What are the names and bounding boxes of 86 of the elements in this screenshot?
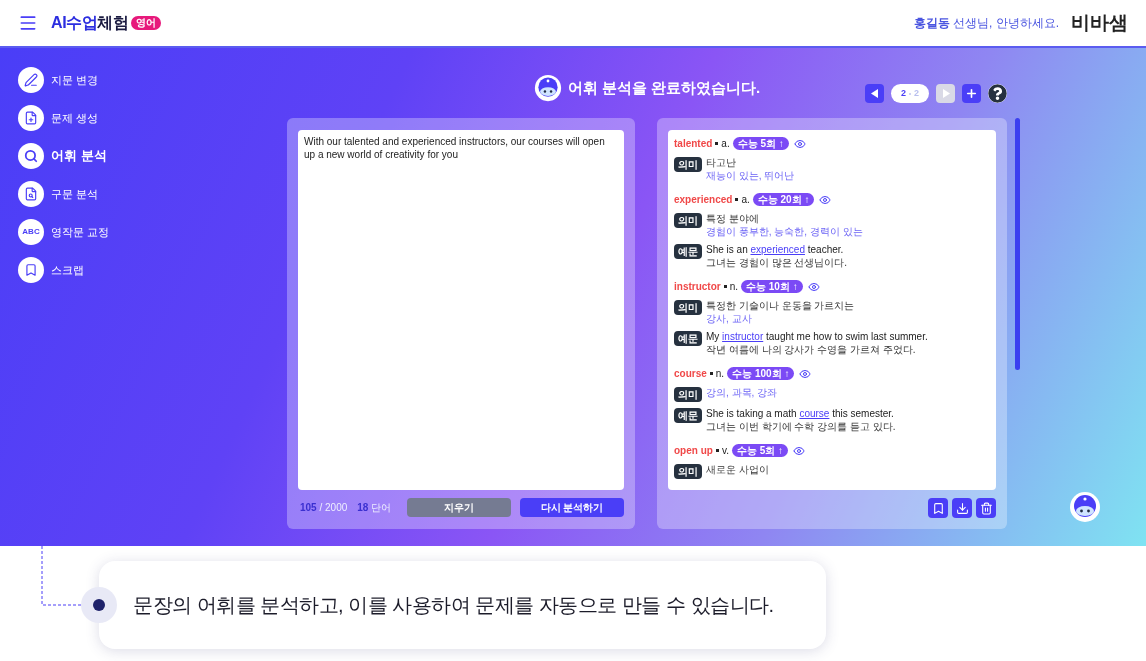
tag-label: 의미 [674, 157, 702, 172]
chatbot-button[interactable] [1069, 491, 1101, 523]
tag-label: 의미 [674, 213, 702, 228]
robot-icon [533, 74, 562, 102]
char-count: 105 / 2000 [300, 501, 348, 515]
frequency-badge: 수능 100회 ↑ [727, 367, 795, 380]
eye-icon[interactable] [793, 444, 806, 457]
tag-label: 의미 [674, 387, 702, 402]
download-icon [955, 501, 969, 515]
meaning-context: 특정 분야에 [706, 212, 760, 225]
bookmark-button[interactable] [928, 498, 948, 518]
sidebar-item[interactable]: 구문 분석 [18, 181, 287, 207]
tag-label: 의미 [674, 464, 702, 479]
frequency-badge: 수능 5회 ↑ [732, 137, 789, 150]
eye-icon[interactable] [793, 137, 806, 150]
page-indicator: 2 2 [891, 84, 929, 103]
robot-icon [1069, 491, 1101, 523]
status-title: 어휘 분석을 완료하였습니다. [567, 77, 761, 98]
frequency-badge: 수능 5회 ↑ [731, 444, 789, 457]
help-icon[interactable] [988, 84, 1007, 103]
example-link[interactable]: instructor [722, 331, 764, 342]
tag-label: 예문 [674, 244, 702, 259]
example-translation: 그녀는 경험이 많은 선생님이다. [706, 256, 848, 269]
meaning-context: 타고난 [706, 156, 737, 169]
example-translation: 작년 여름에 나의 강사가 수영을 가르쳐 주었다. [706, 343, 917, 356]
callout-text: 문장의 어휘를 분석하고, 이를 사용하여 문제를 자동으로 만들 수 있습니다. [133, 593, 774, 618]
bookmark-icon [931, 501, 945, 515]
left-triangle-icon [870, 89, 879, 98]
example-link[interactable]: course [799, 408, 830, 419]
vocabulary-word: instructor [674, 280, 721, 294]
menu-icon[interactable] [18, 13, 38, 33]
add-button[interactable] [962, 84, 981, 103]
plus-icon [965, 87, 978, 100]
search-icon [24, 149, 38, 163]
subject-badge: 영어 [130, 16, 161, 30]
clear-button[interactable]: 지우기 [407, 498, 511, 517]
reanalyze-button[interactable]: 다시 분석하기 [520, 498, 624, 517]
meaning-context: 특정한 기술이나 운동을 가르치는 [706, 299, 855, 312]
example-link[interactable]: experienced [750, 244, 805, 255]
abc-icon: ABC [22, 228, 40, 236]
prev-button[interactable] [865, 84, 884, 103]
part-of-speech: v. [721, 444, 729, 458]
eye-icon[interactable] [819, 193, 832, 206]
vocabulary-word: talented [674, 137, 713, 151]
eye-icon[interactable] [807, 280, 820, 293]
sidebar-item[interactable]: 문제 생성 [18, 105, 287, 131]
meaning-text: 강의, 과목, 강좌 [706, 386, 778, 399]
tag-label: 의미 [674, 300, 702, 315]
pen-icon [24, 73, 38, 87]
word-count: 18 단어 [357, 501, 392, 515]
right-triangle-icon [941, 89, 950, 98]
sidebar-item[interactable]: ABC 영작문 교정 [18, 219, 287, 245]
file-search-icon [24, 187, 38, 201]
tag-label: 예문 [674, 408, 702, 423]
meaning-context: 새로운 사업이 [706, 463, 769, 476]
sidebar-item[interactable]: 스크랩 [18, 257, 287, 283]
vocabulary-word: experienced [674, 193, 733, 207]
meaning-text: 경험이 풍부한, 능숙한, 경력이 있는 [706, 225, 863, 238]
input-field[interactable]: With our talented and experienced instructors, our courses will open up a new world of creativity for you [298, 130, 624, 490]
file-plus-icon [24, 111, 38, 125]
part-of-speech: n. [729, 280, 738, 294]
delete-button[interactable] [976, 498, 996, 518]
meaning-text: 재능이 있는, 뛰어난 [706, 169, 795, 182]
vocabulary-word: open up [674, 444, 713, 458]
vocabulary-word: course [674, 367, 707, 381]
brand-logo: 비바샘 [1071, 10, 1128, 35]
frequency-badge: 수능 20회 ↑ [752, 193, 815, 206]
example-sentence: She is an experienced teacher. [706, 243, 845, 256]
logo-title: AI수업체험 [51, 13, 129, 33]
example-translation: 그녀는 이번 학기에 수학 강의를 듣고 있다. [706, 420, 896, 433]
eye-icon[interactable] [799, 367, 812, 380]
scrollbar[interactable] [1015, 118, 1020, 370]
part-of-speech: n. [715, 367, 725, 381]
download-button[interactable] [952, 498, 972, 518]
part-of-speech: a. [721, 137, 730, 151]
frequency-badge: 수능 10회 ↑ [741, 280, 803, 293]
part-of-speech: a. [741, 193, 750, 207]
bookmark-icon [24, 263, 38, 277]
example-sentence: She is taking a math course this semester. [706, 407, 895, 420]
meaning-text: 강사, 교사 [706, 312, 753, 325]
sidebar-item[interactable]: 어휘 분석 [18, 143, 287, 169]
example-sentence: My instructor taught me how to swim last summer. [706, 330, 928, 343]
greeting-text: 홍길동 선생님, 안녕하세요. [913, 15, 1059, 32]
sidebar-item[interactable]: 지문 변경 [18, 67, 287, 93]
tag-label: 예문 [674, 331, 702, 346]
trash-icon [979, 501, 993, 515]
